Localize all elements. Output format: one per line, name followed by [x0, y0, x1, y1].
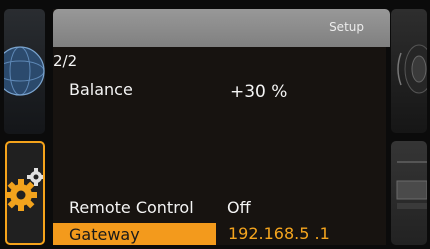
device-icon — [396, 161, 427, 209]
side-tile-previous[interactable] — [4, 9, 45, 134]
balance-value[interactable]: +30 % — [230, 82, 287, 102]
side-tile-setup[interactable] — [5, 141, 45, 245]
gateway-label[interactable]: Gateway — [69, 225, 140, 244]
globe-icon — [4, 46, 45, 96]
gear-icon — [7, 168, 43, 211]
remote-control-value[interactable]: Off — [227, 198, 251, 217]
gateway-value[interactable]: 192.168.5 .1 — [228, 224, 330, 243]
remote-control-label[interactable]: Remote Control — [69, 198, 194, 217]
speaker-icon — [397, 44, 427, 94]
page-title: Setup — [329, 20, 364, 34]
side-tile-next-bottom[interactable] — [391, 141, 427, 245]
header-bar: Setup — [53, 9, 390, 47]
page-indicator: 2/2 — [53, 52, 78, 70]
side-tile-next[interactable] — [391, 9, 427, 133]
balance-label[interactable]: Balance — [69, 80, 133, 99]
